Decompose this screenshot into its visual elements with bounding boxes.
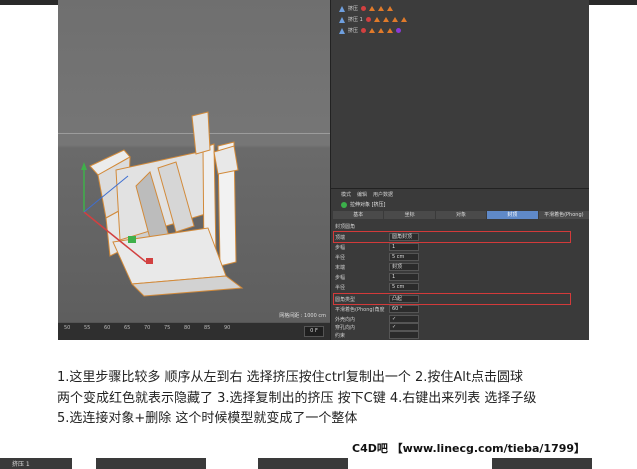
attribute-title-text: 拉伸对象 [挤压] (350, 202, 386, 208)
menu-item[interactable]: 模式 (341, 191, 351, 198)
viewport-grid-readout: 网格间距 : 1000 cm (279, 313, 326, 319)
next-screenshot-strip-4 (492, 458, 592, 469)
tag-icon (369, 6, 376, 11)
caption-line: 1.这里步骤比较多 顺序从左到右 选择挤压按住ctrl复制出一个 2.按住Alt… (57, 370, 524, 385)
c4d-screenshot: 网格间距 : 1000 cm 50 55 60 65 70 75 80 85 9… (58, 0, 589, 340)
param-value[interactable]: ✓ (389, 323, 419, 331)
param-row[interactable]: 穿孔向内 ✓ (335, 323, 585, 331)
tag-icon (369, 28, 376, 33)
param-row[interactable]: 平滑着色(Phong)角度 60 ° (335, 305, 585, 313)
section-title: 封顶圆角 (335, 224, 356, 230)
timeline-tick: 60 (104, 325, 111, 331)
watermark: C4D吧 【www.linecg.com/tieba/1799】 (352, 442, 586, 455)
extruded-model[interactable] (58, 0, 330, 322)
param-label: 外壳向内 (335, 316, 356, 323)
param-value[interactable]: 1 (389, 273, 419, 281)
timeline-tick: 80 (184, 325, 191, 331)
tab-caps[interactable]: 封顶 (487, 211, 538, 219)
axis-x-head (146, 258, 153, 264)
next-screenshot-strip-2 (96, 458, 206, 469)
param-value[interactable] (389, 331, 419, 339)
param-row[interactable]: 半径 5 cm (335, 283, 585, 291)
extrude-icon (339, 5, 345, 12)
param-row[interactable]: 半径 5 cm (335, 253, 585, 261)
tab-coordinates[interactable]: 坐标 (384, 211, 435, 219)
highlight-box-top (333, 231, 571, 243)
model-top-stroke (191, 111, 211, 155)
object-label: 挤压 (348, 28, 359, 34)
extrude-icon (339, 27, 345, 34)
timeline-tick: 75 (164, 325, 171, 331)
model-handle-green (128, 236, 136, 243)
visibility-dot-icon[interactable] (365, 17, 371, 22)
page: 网格间距 : 1000 cm 50 55 60 65 70 75 80 85 9… (0, 0, 637, 469)
menu-item[interactable]: 编辑 (357, 191, 367, 198)
viewport-3d[interactable]: 网格间距 : 1000 cm (58, 0, 330, 322)
param-label: 平滑着色(Phong)角度 (335, 306, 385, 313)
instruction-caption: 1.这里步骤比较多 顺序从左到右 选择挤压按住ctrl复制出一个 2.按住Alt… (57, 368, 617, 430)
timeline-tick: 65 (124, 325, 131, 331)
object-type-icon (341, 201, 347, 208)
param-label: 半径 (335, 284, 346, 291)
param-label: 半径 (335, 254, 346, 261)
attribute-menu: 模式 编辑 用户数据 (341, 191, 393, 198)
tab-basic[interactable]: 基本 (333, 211, 384, 219)
param-label: 步幅 (335, 244, 346, 251)
tab-phong[interactable]: 平滑着色(Phong) (538, 211, 589, 219)
param-value[interactable]: 5 cm (389, 253, 419, 261)
tab-object[interactable]: 对象 (435, 211, 487, 219)
tag-icon (387, 6, 394, 11)
param-value[interactable]: 60 ° (389, 305, 419, 313)
param-value[interactable]: 封顶 (389, 263, 419, 271)
material-tag-icon (396, 28, 402, 33)
tag-icon (382, 17, 389, 22)
visibility-dot-icon[interactable] (361, 28, 367, 33)
param-row[interactable]: 步幅 1 (335, 243, 585, 251)
attribute-manager: 模式 编辑 用户数据 拉伸对象 [挤压] 基本 坐标 对象 封顶 平滑着色(Ph… (331, 188, 589, 340)
tag-icon (391, 17, 398, 22)
tag-icon (378, 6, 385, 11)
param-label: 穿孔向内 (335, 324, 356, 331)
attribute-tabs: 基本 坐标 对象 封顶 平滑着色(Phong) (333, 211, 589, 219)
object-row[interactable]: 挤压 1 (339, 15, 407, 24)
param-value[interactable]: 5 cm (389, 283, 419, 291)
caption-line: 5.选连接对象+删除 这个时候模型就变成了一个整体 (57, 411, 358, 426)
tag-icon (387, 28, 394, 33)
timeline[interactable]: 50 55 60 65 70 75 80 85 90 0 F (58, 322, 330, 340)
param-label: 末端 (335, 264, 346, 271)
object-row[interactable]: 挤压 (339, 26, 402, 35)
object-label: 挤压 1 (348, 17, 363, 23)
param-row[interactable]: 约束 (335, 331, 585, 339)
param-value[interactable]: ✓ (389, 315, 419, 323)
tag-icon (400, 17, 407, 22)
next-strip-label: 挤压 1 (12, 461, 30, 468)
param-value[interactable]: 1 (389, 243, 419, 251)
timeline-tick: 85 (204, 325, 211, 331)
next-screenshot-strip-3 (258, 458, 348, 469)
extrude-icon (339, 16, 345, 23)
timeline-tick: 55 (84, 325, 91, 331)
tag-icon (373, 17, 380, 22)
object-label: 挤压 (348, 6, 359, 12)
attribute-title: 拉伸对象 [挤压] (341, 201, 386, 208)
highlight-box-mid (333, 293, 571, 305)
object-row[interactable]: 挤压 (339, 4, 394, 13)
param-row[interactable]: 外壳向内 ✓ (335, 315, 585, 323)
timeline-tick: 70 (144, 325, 151, 331)
next-screenshot-strip (0, 458, 72, 469)
param-label: 约束 (335, 332, 346, 339)
caption-line: 两个变成红色就表示隐藏了 3.选择复制出的挤压 按下C键 4.右键出来列表 选择… (57, 390, 537, 406)
param-label: 步幅 (335, 274, 346, 281)
frame-field[interactable]: 0 F (304, 326, 324, 337)
param-row[interactable]: 步幅 1 (335, 273, 585, 281)
menu-item[interactable]: 用户数据 (373, 191, 393, 198)
right-panel: 挤压 挤压 1 挤压 模式 编辑 用户数据 拉伸对象 [挤压] 基本 坐标 对象… (330, 0, 589, 340)
param-row[interactable]: 末端 封顶 (335, 263, 585, 271)
timeline-tick: 50 (64, 325, 71, 331)
tag-icon (378, 28, 385, 33)
timeline-tick: 90 (224, 325, 231, 331)
visibility-dot-icon[interactable] (361, 6, 367, 11)
timeline-ticks: 50 55 60 65 70 75 80 85 90 (64, 325, 244, 331)
axis-y-head (81, 162, 87, 170)
